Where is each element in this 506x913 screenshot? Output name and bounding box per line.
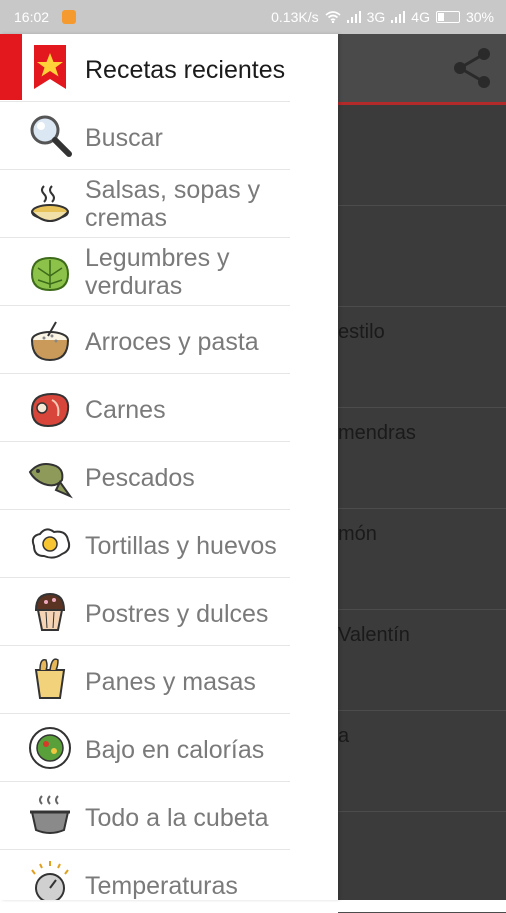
drawer-item-label: Pescados [85,464,195,492]
lettuce-icon [30,256,70,292]
battery-icon [435,11,460,23]
list-item-text: estilo [338,321,385,343]
drawer-item-label: Legumbres y verduras [85,244,230,300]
status-indicators: 0.13K/s 3G 4G 30% [271,9,494,25]
drawer-item-carnes[interactable]: Carnes [0,374,338,442]
drawer-item-bajo-calorias[interactable]: Bajo en calorías [0,714,338,782]
list-item [338,206,506,307]
magnifier-icon [30,115,72,157]
drawer-item-buscar[interactable]: Buscar [0,102,338,170]
drawer-item-label: Carnes [85,396,166,424]
drawer-item-tortillas[interactable]: Tortillas y huevos [0,510,338,578]
drawer-item-recetas-recientes[interactable]: Recetas recientes [0,34,338,102]
list-item: Valentín [338,610,506,711]
network-4g: 4G [411,9,430,25]
navigation-drawer: Recetas recientes Buscar Salsas, sopas y… [0,34,338,900]
drawer-item-label: Salsas, sopas y cremas [85,176,261,232]
wifi-icon [325,11,341,23]
drawer-item-label: Recetas recientes [85,56,286,84]
bookmark-star-icon [34,45,66,89]
gauge-icon [31,861,69,900]
list-item [338,105,506,206]
list-item-text: món [338,523,377,545]
salad-plate-icon [29,727,71,769]
fried-egg-icon [31,528,71,559]
muffin-icon [34,592,66,631]
drawer-item-label: Panes y masas [85,668,256,696]
bread-bag-icon [34,658,66,699]
steam-pot-icon [30,795,70,834]
list-item: món [338,509,506,610]
network-3g: 3G [366,9,386,25]
main-content-scrim[interactable]: estilo mendras món Valentín a [338,34,506,913]
status-time: 16:02 [14,9,50,25]
app-toolbar [338,34,506,105]
list-item: a [338,711,506,812]
list-item-text: mendras [338,422,416,444]
list-item-text: a [338,725,350,747]
notification-icon [62,10,76,24]
selected-indicator [0,34,22,100]
drawer-item-label: Arroces y pasta [85,328,259,356]
drawer-item-label: Todo a la cubeta [85,804,269,832]
drawer-item-panes[interactable]: Panes y masas [0,646,338,714]
drawer-item-temperaturas[interactable]: Temperaturas [0,850,338,900]
network-speed: 0.13K/s [271,9,319,25]
list-item: mendras [338,408,506,509]
share-icon[interactable] [448,44,496,92]
drawer-item-label: Temperaturas [85,872,238,900]
rice-bowl-icon [31,321,69,362]
battery-level: 30% [465,9,494,25]
drawer-item-label: Postres y dulces [85,600,269,628]
drawer-item-salsas[interactable]: Salsas, sopas y cremas [0,170,338,238]
signal-icon-2 [391,11,406,23]
signal-icon [346,11,361,23]
list-item [338,812,506,913]
drawer-item-label: Tortillas y huevos [85,532,277,560]
list-item: estilo [338,307,506,408]
soup-bowl-icon [31,185,69,222]
drawer-item-label: Bajo en calorías [85,736,265,764]
drawer-item-label: Buscar [85,124,163,152]
drawer-item-arroces[interactable]: Arroces y pasta [0,306,338,374]
list-item-text: Valentín [338,624,410,646]
drawer-item-todo-cubeta[interactable]: Todo a la cubeta [0,782,338,850]
steak-icon [30,392,70,428]
fish-icon [28,463,73,499]
drawer-item-legumbres[interactable]: Legumbres y verduras [0,238,338,306]
status-bar: 16:02 0.13K/s 3G 4G 30% [0,0,506,34]
drawer-item-postres[interactable]: Postres y dulces [0,578,338,646]
drawer-item-pescados[interactable]: Pescados [0,442,338,510]
